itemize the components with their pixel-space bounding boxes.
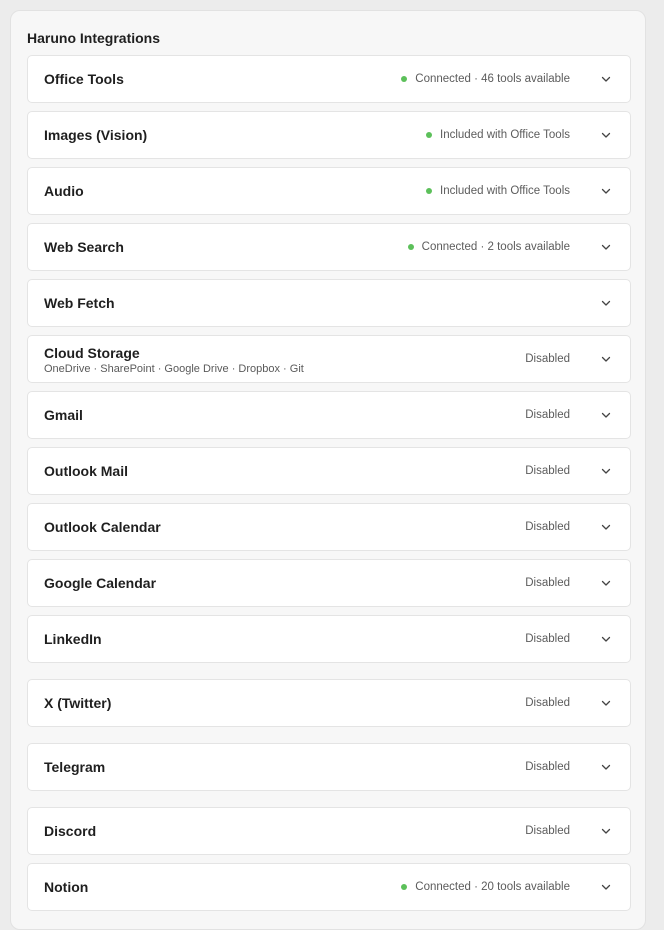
integration-row-outlook-calendar[interactable]: Outlook Calendar Disabled: [27, 503, 631, 551]
integration-name: Discord: [44, 823, 97, 839]
status-badge: Disabled: [525, 409, 570, 421]
chevron-down-icon[interactable]: [600, 633, 612, 645]
status-dot-icon: [426, 188, 433, 194]
integration-name: Outlook Mail: [44, 463, 128, 479]
integration-name: Audio: [44, 183, 84, 199]
integration-name: Google Calendar: [44, 575, 157, 591]
status-badge: Included with Office Tools: [426, 185, 570, 197]
integration-row-google-calendar[interactable]: Google Calendar Disabled: [27, 559, 631, 607]
chevron-down-icon[interactable]: [600, 465, 612, 477]
integration-name: Office Tools: [44, 71, 124, 87]
status-text: Connected · 20 tools available: [415, 881, 570, 893]
status-text: Disabled: [525, 409, 570, 421]
integration-row-office-tools[interactable]: Office Tools Connected · 46 tools availab…: [27, 55, 631, 103]
status-badge: Connected · 46 tools available: [401, 73, 570, 85]
chevron-down-icon[interactable]: [600, 297, 612, 309]
chevron-down-icon[interactable]: [600, 185, 612, 197]
integration-row-cloud-storage[interactable]: Cloud Storage OneDrive · SharePoint · Goo…: [27, 335, 631, 383]
status-badge: Disabled: [525, 521, 570, 533]
status-badge: Disabled: [525, 825, 570, 837]
status-badge: Disabled: [525, 353, 570, 365]
chevron-down-icon[interactable]: [600, 697, 612, 709]
status-text: Disabled: [525, 577, 570, 589]
integration-name: Web Search: [44, 239, 124, 255]
integration-name: Gmail: [44, 407, 83, 423]
chevron-down-icon[interactable]: [600, 409, 612, 421]
integration-row-audio[interactable]: Audio Included with Office Tools: [27, 167, 631, 215]
integration-row-discord[interactable]: Discord Disabled: [27, 807, 631, 855]
status-text: Disabled: [525, 825, 570, 837]
chevron-down-icon[interactable]: [600, 521, 612, 533]
integration-name: Cloud Storage: [44, 345, 140, 361]
status-badge: Connected · 20 tools available: [401, 881, 570, 893]
chevron-down-icon[interactable]: [600, 73, 612, 85]
chevron-down-icon[interactable]: [600, 825, 612, 837]
status-dot-icon: [407, 244, 414, 250]
integration-row-linkedin[interactable]: LinkedIn Disabled: [27, 615, 631, 663]
integration-name: Web Fetch: [44, 295, 115, 311]
integration-row-web-search[interactable]: Web Search Connected · 2 tools available: [27, 223, 631, 271]
status-badge: Disabled: [525, 465, 570, 477]
chevron-down-icon[interactable]: [600, 353, 612, 365]
chevron-down-icon[interactable]: [600, 129, 612, 141]
panel-title: Haruno Integrations: [27, 30, 161, 46]
status-text: Connected · 46 tools available: [415, 73, 570, 85]
status-dot-icon: [401, 884, 408, 890]
integration-name: Notion: [44, 879, 89, 895]
integration-row-web-fetch[interactable]: Web Fetch: [27, 279, 631, 327]
status-text: Disabled: [525, 633, 570, 645]
status-text: Connected · 2 tools available: [421, 241, 570, 253]
status-badge: Disabled: [525, 577, 570, 589]
integration-name: X (Twitter): [44, 695, 112, 711]
integration-subtitle: OneDrive · SharePoint · Google Drive · D…: [44, 363, 304, 375]
status-text: Disabled: [525, 521, 570, 533]
status-badge: Disabled: [525, 633, 570, 645]
chevron-down-icon[interactable]: [600, 761, 612, 773]
status-badge: Included with Office Tools: [426, 129, 570, 141]
status-badge: Disabled: [525, 761, 570, 773]
integration-row-x-twitter[interactable]: X (Twitter) Disabled: [27, 679, 631, 727]
status-text: Included with Office Tools: [440, 185, 570, 197]
chevron-down-icon[interactable]: [600, 241, 612, 253]
chevron-down-icon[interactable]: [600, 881, 612, 893]
chevron-down-icon[interactable]: [600, 577, 612, 589]
status-dot-icon: [401, 76, 408, 82]
integrations-panel: Haruno Integrations Office Tools Connecte…: [10, 10, 646, 930]
status-text: Disabled: [525, 465, 570, 477]
integration-row-images-vision[interactable]: Images (Vision) Included with Office Tool…: [27, 111, 631, 159]
integration-row-notion[interactable]: Notion Connected · 20 tools available: [27, 863, 631, 911]
status-text: Disabled: [525, 697, 570, 709]
status-text: Included with Office Tools: [440, 129, 570, 141]
integration-row-telegram[interactable]: Telegram Disabled: [27, 743, 631, 791]
status-badge: Disabled: [525, 697, 570, 709]
status-text: Disabled: [525, 353, 570, 365]
app-window: Haruno Integrations Office Tools Connecte…: [0, 0, 664, 930]
integration-name: LinkedIn: [44, 631, 102, 647]
status-text: Disabled: [525, 761, 570, 773]
integration-row-outlook-mail[interactable]: Outlook Mail Disabled: [27, 447, 631, 495]
integration-name: Telegram: [44, 759, 106, 775]
status-dot-icon: [426, 132, 433, 138]
integration-row-gmail[interactable]: Gmail Disabled: [27, 391, 631, 439]
integration-name: Images (Vision): [44, 127, 148, 143]
integration-name: Outlook Calendar: [44, 519, 161, 535]
status-badge: Connected · 2 tools available: [407, 241, 570, 253]
